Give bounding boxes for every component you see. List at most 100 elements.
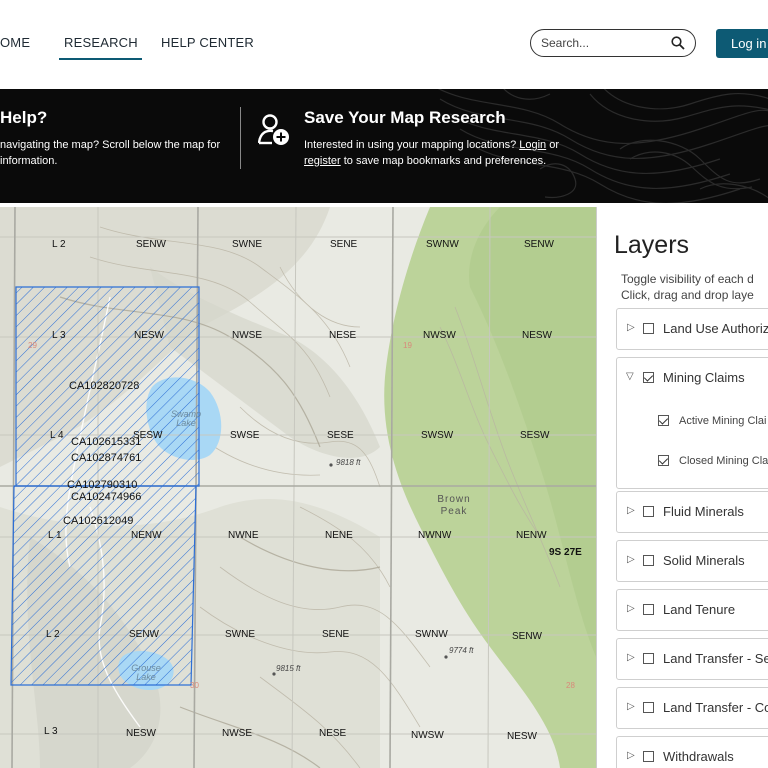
- section-label: SENW: [512, 631, 542, 642]
- layer-item[interactable]: ▷ Fluid Minerals: [616, 491, 768, 533]
- layer-item[interactable]: ▷ Land Transfer - Sel: [616, 638, 768, 680]
- sublayer-checkbox[interactable]: [658, 455, 669, 466]
- sublayer-checkbox[interactable]: [658, 415, 669, 426]
- section-label: NENW: [131, 530, 162, 541]
- top-navigation: OME RESEARCH HELP CENTER Log in: [0, 0, 768, 89]
- expand-caret-icon[interactable]: ▷: [627, 554, 635, 565]
- layer-checkbox[interactable]: [643, 506, 654, 517]
- section-label: NENE: [325, 530, 353, 541]
- search-input[interactable]: [539, 35, 663, 51]
- save-research-text-line-1: Interested in using your mapping locatio…: [304, 139, 560, 151]
- layer-item[interactable]: ▷ Withdrawals: [616, 736, 768, 768]
- section-label: NENW: [516, 530, 547, 541]
- section-label: SWNW: [426, 239, 459, 250]
- section-label: L 3: [52, 330, 66, 341]
- section-number: 29: [28, 341, 37, 350]
- lake-label: Grouse Lake: [131, 663, 161, 682]
- section-label: SENE: [322, 629, 350, 640]
- layer-item[interactable]: ▷ Solid Minerals: [616, 540, 768, 582]
- section-label: SENW: [129, 629, 159, 640]
- login-button[interactable]: Log in: [716, 29, 768, 58]
- section-label: SENW: [524, 239, 554, 250]
- sublayer-label: Closed Mining Cla: [679, 455, 768, 467]
- section-label: NWSE: [232, 330, 262, 341]
- elevation-label: 9818 ft: [336, 458, 361, 467]
- nav-help-center-link[interactable]: HELP CENTER: [161, 35, 254, 50]
- layer-item[interactable]: ▷ Land Transfer - Co: [616, 687, 768, 729]
- expand-caret-icon[interactable]: ▷: [627, 505, 635, 516]
- help-title: Help?: [0, 108, 48, 127]
- layer-label: Fluid Minerals: [663, 504, 744, 519]
- section-label: SESE: [327, 430, 354, 441]
- banner-divider: [240, 107, 241, 169]
- section-label: L 4: [50, 430, 64, 441]
- expand-caret-icon[interactable]: ▷: [627, 750, 635, 761]
- layer-item[interactable]: ▷ Land Use Authoriz: [616, 308, 768, 350]
- layer-label: Solid Minerals: [663, 553, 745, 568]
- layer-checkbox[interactable]: [643, 751, 654, 762]
- expand-caret-icon[interactable]: ▷: [627, 652, 635, 663]
- section-label: L 1: [48, 530, 62, 541]
- section-label: NESE: [329, 330, 357, 341]
- login-link[interactable]: Login: [519, 139, 546, 151]
- section-label: NESW: [134, 330, 164, 341]
- section-label: SESW: [520, 430, 550, 441]
- layer-checkbox[interactable]: [643, 323, 654, 334]
- nav-research-link[interactable]: RESEARCH: [59, 35, 142, 60]
- section-label: L 3: [44, 726, 58, 737]
- save-research-text-line-2: register to save map bookmarks and prefe…: [304, 155, 547, 167]
- section-label: NESW: [507, 731, 537, 742]
- section-label: NWNE: [228, 530, 259, 541]
- layer-checkbox[interactable]: [643, 372, 654, 383]
- search-icon[interactable]: [671, 36, 685, 50]
- help-text-line-1: navigating the map? Scroll below the map…: [0, 139, 221, 151]
- layer-label: Withdrawals: [663, 749, 734, 764]
- section-label: SWSE: [230, 430, 260, 441]
- add-user-icon: [258, 114, 289, 145]
- section-label: NWSW: [411, 730, 444, 741]
- layer-checkbox[interactable]: [643, 555, 654, 566]
- layer-label: Mining Claims: [663, 370, 745, 385]
- register-link[interactable]: register: [304, 155, 341, 167]
- map-view[interactable]: L 2 SENW SWNE SENE SWNW SENW L 3 NESW NW…: [0, 207, 596, 768]
- save-research-title: Save Your Map Research: [304, 108, 506, 127]
- layers-description-line-1: Toggle visibility of each d: [621, 272, 754, 286]
- nav-home-link[interactable]: OME: [0, 35, 30, 50]
- section-label: NESE: [319, 728, 347, 739]
- layer-checkbox[interactable]: [643, 604, 654, 615]
- layer-checkbox[interactable]: [643, 702, 654, 713]
- section-number: 30: [190, 681, 199, 690]
- layer-checkbox[interactable]: [643, 653, 654, 664]
- claim-label[interactable]: CA102474966: [71, 491, 141, 503]
- layer-label: Land Use Authoriz: [663, 321, 768, 336]
- layer-item[interactable]: ▷ Land Tenure: [616, 589, 768, 631]
- sublayer-label: Active Mining Clai: [679, 415, 767, 427]
- claim-label[interactable]: CA102615331: [71, 436, 141, 448]
- lake-label: Swamp Lake: [170, 409, 201, 428]
- section-label: SWNE: [232, 239, 262, 250]
- claim-label[interactable]: CA102874761: [71, 452, 141, 464]
- section-label: SWNW: [415, 629, 448, 640]
- section-label: NWNW: [418, 530, 452, 541]
- section-number: 28: [566, 681, 575, 690]
- claim-label[interactable]: CA102790310: [67, 479, 137, 491]
- info-banner: Help? navigating the map? Scroll below t…: [0, 89, 768, 203]
- claim-label[interactable]: CA102612049: [63, 515, 133, 527]
- layer-item-expanded[interactable]: ▽ Mining Claims Active Mining Clai Close…: [616, 357, 768, 489]
- expand-caret-icon[interactable]: ▷: [627, 603, 635, 614]
- claim-label[interactable]: CA102820728: [69, 380, 139, 392]
- section-label: SENW: [136, 239, 166, 250]
- elevation-label: 9774 ft: [449, 646, 474, 655]
- layer-label: Land Transfer - Sel: [663, 651, 768, 666]
- section-label: NWSW: [423, 330, 456, 341]
- section-label: L 2: [46, 629, 60, 640]
- elevation-label: 9815 ft: [276, 664, 301, 673]
- layers-panel: Layers Toggle visibility of each d Click…: [596, 207, 768, 768]
- expand-caret-icon[interactable]: ▷: [627, 701, 635, 712]
- layer-label: Land Tenure: [663, 602, 736, 617]
- expand-caret-icon[interactable]: ▷: [627, 322, 635, 333]
- section-label: NWSE: [222, 728, 252, 739]
- collapse-caret-icon[interactable]: ▽: [626, 371, 634, 382]
- search-box: [530, 29, 696, 57]
- layers-title: Layers: [614, 231, 690, 259]
